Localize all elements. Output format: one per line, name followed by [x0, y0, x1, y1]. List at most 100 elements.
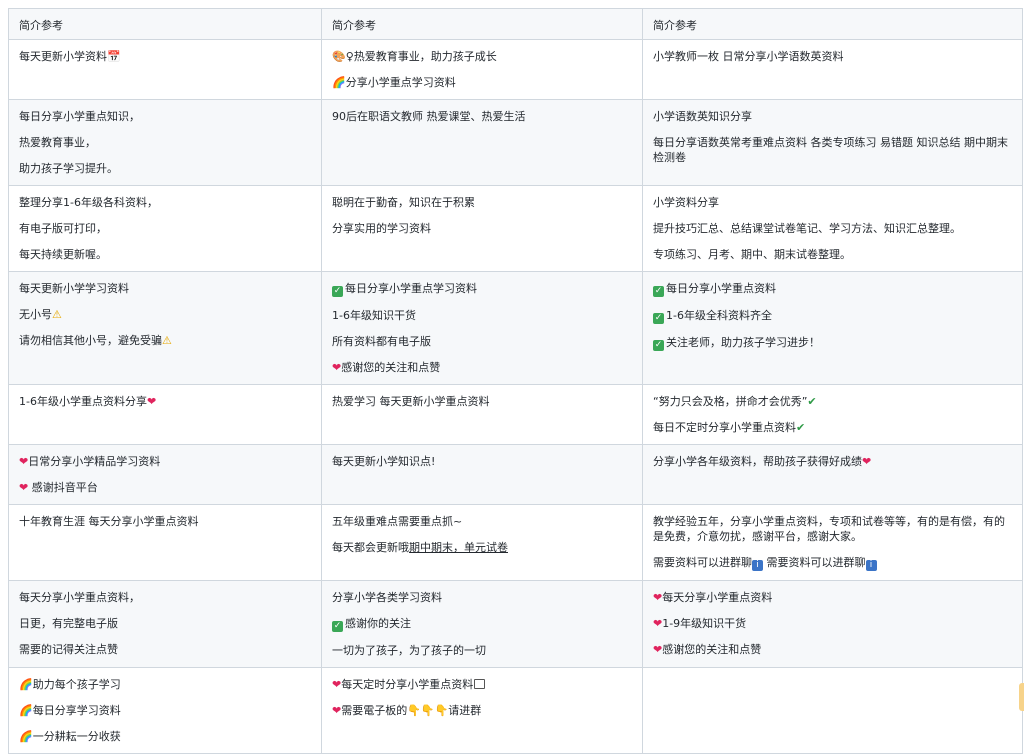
- cell-line: ✓ 每日分享小学重点资料: [653, 282, 776, 297]
- table-cell: 每天分享小学重点资料， 日更，有完整电子版 需要的记得关注点赞: [8, 580, 322, 668]
- table-row: 每天分享小学重点资料， 日更，有完整电子版 需要的记得关注点赞 分享小学各类学习资料 ✓…: [8, 580, 1023, 668]
- cell-line: 热爱学习 每天更新小学重点资料: [332, 395, 490, 408]
- warn-icon: ⚠: [52, 308, 62, 321]
- cell-line: 专项练习、月考、期中、期末试卷整理。: [653, 248, 851, 261]
- cell-line: ✓ 感谢你的关注: [332, 617, 411, 632]
- table-row: 十年教育生涯 每天分享小学重点资料 五年级重难点需要重点抓~ 每天都会更新哦期中期末…: [8, 504, 1023, 581]
- table-cell: 每天更新小学资料📅: [8, 39, 322, 100]
- bio-reference-table: 简介参考 简介参考 简介参考 每天更新小学资料📅 🎨♀热爱教育事业，助力孩子成长 🌈…: [8, 8, 1023, 754]
- cell-line: ✓ 每日分享小学重点学习资料: [332, 282, 477, 297]
- table-cell: 🎨♀热爱教育事业，助力孩子成长 🌈分享小学重点学习资料: [321, 39, 643, 100]
- cell-line: 分享实用的学习资料: [332, 222, 431, 235]
- cell-line: ❤需要電子板的👇👇👇请进群: [332, 704, 482, 717]
- cell-line: 提升技巧汇总、总结课堂试卷笔记、学习方法、知识汇总整理。: [653, 222, 961, 235]
- cell-line: 助力孩子学习提升。: [19, 162, 118, 175]
- heart-icon: ❤: [146, 395, 157, 408]
- table-row: 整理分享1-6年级各科资料， 有电子版可打印， 每天持续更新喔。 聪明在于勤奋，知识在…: [8, 185, 1023, 272]
- cell-line: 每天持续更新喔。: [19, 248, 107, 261]
- cell-line: 无小号⚠: [19, 308, 62, 321]
- cell-line: 十年教育生涯 每天分享小学重点资料: [19, 515, 199, 528]
- cell-line: ❤日常分享小学精品学习资料: [19, 455, 161, 468]
- cell-line: 每天都会更新哦期中期末，单元试卷: [332, 541, 508, 554]
- table-wrapper: 简介参考 简介参考 简介参考 每天更新小学资料📅 🎨♀热爱教育事业，助力孩子成长 🌈…: [8, 8, 1023, 754]
- heart-icon: ❤: [19, 481, 29, 494]
- cell-line: 🌈每日分享学习资料: [19, 704, 121, 717]
- cell-line: ❤1-9年级知识干货: [653, 617, 747, 630]
- check-icon: ✓: [332, 286, 343, 297]
- cell-line: 小学资料分享: [653, 196, 719, 209]
- cell-line: ✓ 关注老师，助力孩子学习进步！: [653, 336, 820, 351]
- table-row: ❤日常分享小学精品学习资料 ❤ 感谢抖音平台 每天更新小学知识点! 分享小学各年级资料…: [8, 444, 1023, 505]
- table-row: 每天更新小学学习资料 无小号⚠ 请勿相信其他小号，避免受骗⚠ ✓ 每日分享小学重点学习…: [8, 271, 1023, 385]
- cell-line: 需要的记得关注点赞: [19, 643, 118, 656]
- table-cell: 每天更新小学学习资料 无小号⚠ 请勿相信其他小号，避免受骗⚠: [8, 271, 322, 385]
- cell-line: 一切为了孩子，为了孩子的一切: [332, 644, 486, 657]
- cell-line: 需要资料可以进群聊 i 需要资料可以进群聊 i: [653, 555, 1012, 571]
- table-cell: 教学经验五年，分享小学重点资料，专项和试卷等等，有的是有偿，有的是免费，介意勿扰…: [642, 504, 1023, 581]
- table-cell: [642, 667, 1023, 754]
- table-cell: 每日分享小学重点知识， 热爱教育事业， 助力孩子学习提升。: [8, 99, 322, 186]
- table-row: 1-6年级小学重点资料分享❤ 热爱学习 每天更新小学重点资料 “努力只会及格，拼命才…: [8, 384, 1023, 445]
- table-cell: “努力只会及格，拼命才会优秀”✔ 每日不定时分享小学重点资料✔: [642, 384, 1023, 445]
- cell-line: 所有资料都有电子版: [332, 335, 431, 348]
- side-floating-tab[interactable]: [1019, 683, 1024, 711]
- cell-line: 分享小学各年级资料，帮助孩子获得好成绩❤: [653, 455, 872, 468]
- cell-line: 🌈分享小学重点学习资料: [332, 76, 456, 89]
- table-row: 每天更新小学资料📅 🎨♀热爱教育事业，助力孩子成长 🌈分享小学重点学习资料 小学教师一…: [8, 39, 1023, 100]
- cell-line: 每天更新小学资料📅: [19, 50, 121, 63]
- cell-line: 1-6年级小学重点资料分享❤: [19, 395, 157, 408]
- cell-line: ❤每天分享小学重点资料: [653, 591, 773, 604]
- heart-icon: ❤: [653, 643, 663, 656]
- cell-line: 教学经验五年，分享小学重点资料，专项和试卷等等，有的是有偿，有的是免费，介意勿扰…: [653, 515, 1005, 543]
- check-icon: ✓: [653, 286, 664, 297]
- table-cell: ❤每天分享小学重点资料 ❤1-9年级知识干货 ❤感谢您的关注和点赞: [642, 580, 1023, 668]
- cell-line: 每天更新小学学习资料: [19, 282, 129, 295]
- info-icon: i: [865, 560, 877, 571]
- heart-icon: ❤: [653, 617, 663, 630]
- table-cell: 小学教师一枚 日常分享小学语数英资料: [642, 39, 1023, 100]
- table-cell: 小学资料分享提升技巧汇总、总结课堂试卷笔记、学习方法、知识汇总整理。 专项练习、月…: [642, 185, 1023, 272]
- table-cell: 热爱学习 每天更新小学重点资料: [321, 384, 643, 445]
- table-cell: 整理分享1-6年级各科资料， 有电子版可打印， 每天持续更新喔。: [8, 185, 322, 272]
- info-icon: i: [752, 560, 763, 571]
- heart-icon: ❤: [332, 704, 342, 717]
- column-header: 简介参考: [642, 8, 1023, 40]
- table-cell: 小学语数英知识分享 每日分享语数英常考重难点资料 各类专项练习 易错题 知识总结 …: [642, 99, 1023, 186]
- tick-icon: ✔: [796, 421, 806, 434]
- cell-line: 日更，有完整电子版: [19, 617, 118, 630]
- table-cell: 分享小学各年级资料，帮助孩子获得好成绩❤: [642, 444, 1023, 505]
- table-cell: 1-6年级小学重点资料分享❤: [8, 384, 322, 445]
- table-cell: 分享小学各类学习资料 ✓ 感谢你的关注 一切为了孩子，为了孩子的一切: [321, 580, 643, 668]
- cell-line: 每天分享小学重点资料，: [19, 591, 140, 604]
- table-cell: 90后在职语文教师 热爱课堂、热爱生活: [321, 99, 643, 186]
- table-cell: 十年教育生涯 每天分享小学重点资料: [8, 504, 322, 581]
- cell-line: 每日不定时分享小学重点资料✔: [653, 421, 806, 434]
- cell-line: 🌈一分耕耘一分收获: [19, 730, 121, 743]
- table-cell: ❤日常分享小学精品学习资料 ❤ 感谢抖音平台: [8, 444, 322, 505]
- cell-line: ❤ 感谢抖音平台: [19, 481, 98, 494]
- cell-line: “努力只会及格，拼命才会优秀”✔: [653, 395, 817, 408]
- tick-icon: ✔: [807, 395, 817, 408]
- column-header: 简介参考: [8, 8, 322, 40]
- cell-line: 热爱教育事业，: [19, 136, 96, 149]
- heart-icon: ❤: [862, 455, 872, 468]
- column-header: 简介参考: [321, 8, 643, 40]
- cell-line: ✓ 1-6年级全科资料齐全: [653, 309, 772, 324]
- cell-line: 每日分享小学重点知识，: [19, 110, 140, 123]
- table-cell: 五年级重难点需要重点抓~ 每天都会更新哦期中期末，单元试卷: [321, 504, 643, 581]
- table-cell: 聪明在于勤奋，知识在于积累 分享实用的学习资料: [321, 185, 643, 272]
- cell-line: 90后在职语文教师 热爱课堂、热爱生活: [332, 110, 526, 123]
- warn-icon: ⚠: [162, 334, 172, 347]
- heart-icon: ❤: [332, 678, 342, 691]
- table-cell: ✓ 每日分享小学重点学习资料 1-6年级知识干货 所有资料都有电子版 ❤感谢您的关注和点…: [321, 271, 643, 385]
- table-row: 每日分享小学重点知识， 热爱教育事业， 助力孩子学习提升。 90后在职语文教师 热爱课…: [8, 99, 1023, 186]
- table-cell: ❤每天定时分享小学重点资料 ❤需要電子板的👇👇👇请进群: [321, 667, 643, 754]
- cell-line: 请勿相信其他小号，避免受骗⚠: [19, 334, 172, 347]
- table-cell: 每天更新小学知识点!: [321, 444, 643, 505]
- cell-line: 每日分享语数英常考重难点资料 各类专项练习 易错题 知识总结 期中期末检测卷: [653, 136, 1008, 164]
- heart-icon: ❤: [19, 455, 29, 468]
- table-header-row: 简介参考 简介参考 简介参考: [8, 8, 1023, 40]
- heart-icon: ❤: [332, 361, 342, 374]
- cell-line: 有电子版可打印，: [19, 222, 107, 235]
- cell-line: 聪明在于勤奋，知识在于积累: [332, 196, 475, 209]
